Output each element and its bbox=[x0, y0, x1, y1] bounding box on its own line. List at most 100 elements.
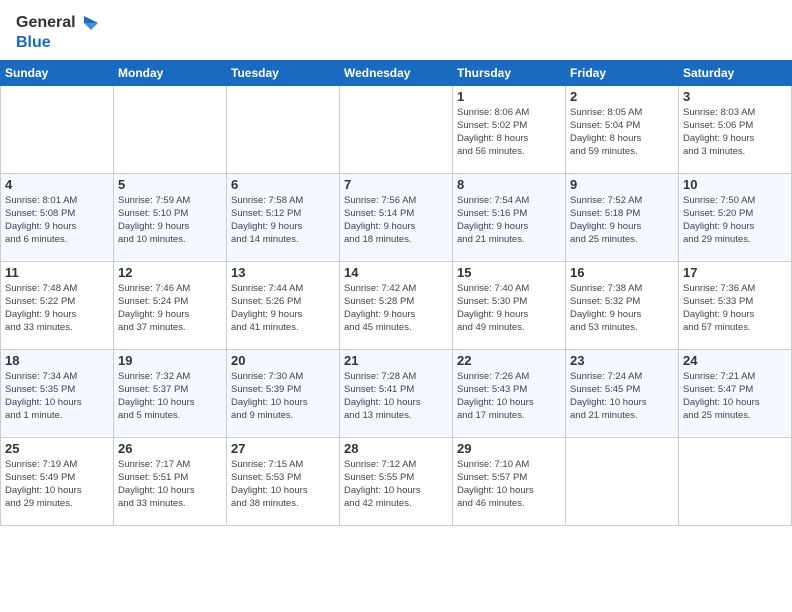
day-info: Sunrise: 7:54 AM Sunset: 5:16 PM Dayligh… bbox=[457, 194, 561, 247]
day-number: 16 bbox=[570, 265, 674, 280]
day-info: Sunrise: 7:59 AM Sunset: 5:10 PM Dayligh… bbox=[118, 194, 222, 247]
calendar-cell bbox=[114, 85, 227, 173]
weekday-header-thursday: Thursday bbox=[453, 60, 566, 85]
calendar-cell bbox=[227, 85, 340, 173]
calendar-cell: 18 Sunrise: 7:34 AM Sunset: 5:35 PM Dayli… bbox=[1, 349, 114, 437]
day-info: Sunrise: 7:44 AM Sunset: 5:26 PM Dayligh… bbox=[231, 282, 335, 335]
day-number: 14 bbox=[344, 265, 448, 280]
day-info: Sunrise: 7:10 AM Sunset: 5:57 PM Dayligh… bbox=[457, 458, 561, 511]
day-number: 15 bbox=[457, 265, 561, 280]
calendar-cell: 3 Sunrise: 8:03 AM Sunset: 5:06 PM Daylig… bbox=[679, 85, 792, 173]
day-info: Sunrise: 7:48 AM Sunset: 5:22 PM Dayligh… bbox=[5, 282, 109, 335]
calendar-cell: 6 Sunrise: 7:58 AM Sunset: 5:12 PM Daylig… bbox=[227, 173, 340, 261]
day-info: Sunrise: 8:03 AM Sunset: 5:06 PM Dayligh… bbox=[683, 106, 787, 159]
day-number: 17 bbox=[683, 265, 787, 280]
day-number: 3 bbox=[683, 89, 787, 104]
day-info: Sunrise: 7:36 AM Sunset: 5:33 PM Dayligh… bbox=[683, 282, 787, 335]
calendar-cell: 27 Sunrise: 7:15 AM Sunset: 5:53 PM Dayli… bbox=[227, 437, 340, 525]
day-info: Sunrise: 7:21 AM Sunset: 5:47 PM Dayligh… bbox=[683, 370, 787, 423]
day-info: Sunrise: 7:40 AM Sunset: 5:30 PM Dayligh… bbox=[457, 282, 561, 335]
day-info: Sunrise: 8:06 AM Sunset: 5:02 PM Dayligh… bbox=[457, 106, 561, 159]
day-number: 1 bbox=[457, 89, 561, 104]
day-number: 21 bbox=[344, 353, 448, 368]
day-number: 20 bbox=[231, 353, 335, 368]
week-row-1: 1 Sunrise: 8:06 AM Sunset: 5:02 PM Daylig… bbox=[1, 85, 792, 173]
calendar-cell: 28Sunrise: 7:12 AM Sunset: 5:55 PM Dayli… bbox=[340, 437, 453, 525]
day-number: 7 bbox=[344, 177, 448, 192]
week-row-2: 4 Sunrise: 8:01 AM Sunset: 5:08 PM Daylig… bbox=[1, 173, 792, 261]
day-number: 29 bbox=[457, 441, 561, 456]
logo-general-text: General bbox=[16, 14, 76, 32]
day-number: 26 bbox=[118, 441, 222, 456]
calendar-cell: 24 Sunrise: 7:21 AM Sunset: 5:47 PM Dayli… bbox=[679, 349, 792, 437]
calendar-cell: 20Sunrise: 7:30 AM Sunset: 5:39 PM Dayli… bbox=[227, 349, 340, 437]
day-info: Sunrise: 7:26 AM Sunset: 5:43 PM Dayligh… bbox=[457, 370, 561, 423]
calendar-cell: 19 Sunrise: 7:32 AM Sunset: 5:37 PM Dayli… bbox=[114, 349, 227, 437]
calendar-cell: 14 Sunrise: 7:42 AM Sunset: 5:28 PM Dayli… bbox=[340, 261, 453, 349]
day-number: 18 bbox=[5, 353, 109, 368]
weekday-header-tuesday: Tuesday bbox=[227, 60, 340, 85]
day-info: Sunrise: 7:46 AM Sunset: 5:24 PM Dayligh… bbox=[118, 282, 222, 335]
calendar-cell: 13 Sunrise: 7:44 AM Sunset: 5:26 PM Dayli… bbox=[227, 261, 340, 349]
calendar-cell: 16 Sunrise: 7:38 AM Sunset: 5:32 PM Dayli… bbox=[566, 261, 679, 349]
calendar-cell: 26 Sunrise: 7:17 AM Sunset: 5:51 PM Dayli… bbox=[114, 437, 227, 525]
logo-blue-text: Blue bbox=[16, 34, 100, 52]
weekday-header-row: SundayMondayTuesdayWednesdayThursdayFrid… bbox=[1, 60, 792, 85]
week-row-4: 18 Sunrise: 7:34 AM Sunset: 5:35 PM Dayli… bbox=[1, 349, 792, 437]
calendar-cell: 8 Sunrise: 7:54 AM Sunset: 5:16 PM Daylig… bbox=[453, 173, 566, 261]
weekday-header-saturday: Saturday bbox=[679, 60, 792, 85]
day-info: Sunrise: 8:05 AM Sunset: 5:04 PM Dayligh… bbox=[570, 106, 674, 159]
day-info: Sunrise: 7:58 AM Sunset: 5:12 PM Dayligh… bbox=[231, 194, 335, 247]
logo-graphic: General Blue bbox=[16, 12, 100, 52]
calendar-cell: 4 Sunrise: 8:01 AM Sunset: 5:08 PM Daylig… bbox=[1, 173, 114, 261]
calendar-cell bbox=[1, 85, 114, 173]
calendar-cell: 25 Sunrise: 7:19 AM Sunset: 5:49 PM Dayli… bbox=[1, 437, 114, 525]
day-info: Sunrise: 7:42 AM Sunset: 5:28 PM Dayligh… bbox=[344, 282, 448, 335]
day-info: Sunrise: 7:50 AM Sunset: 5:20 PM Dayligh… bbox=[683, 194, 787, 247]
day-info: Sunrise: 7:32 AM Sunset: 5:37 PM Dayligh… bbox=[118, 370, 222, 423]
weekday-header-friday: Friday bbox=[566, 60, 679, 85]
calendar-cell: 22 Sunrise: 7:26 AM Sunset: 5:43 PM Dayli… bbox=[453, 349, 566, 437]
day-number: 5 bbox=[118, 177, 222, 192]
day-info: Sunrise: 7:28 AM Sunset: 5:41 PM Dayligh… bbox=[344, 370, 448, 423]
day-info: Sunrise: 7:52 AM Sunset: 5:18 PM Dayligh… bbox=[570, 194, 674, 247]
day-number: 25 bbox=[5, 441, 109, 456]
page-header: General Blue bbox=[0, 0, 792, 60]
calendar-cell: 1 Sunrise: 8:06 AM Sunset: 5:02 PM Daylig… bbox=[453, 85, 566, 173]
calendar-cell: 11 Sunrise: 7:48 AM Sunset: 5:22 PM Dayli… bbox=[1, 261, 114, 349]
day-info: Sunrise: 7:15 AM Sunset: 5:53 PM Dayligh… bbox=[231, 458, 335, 511]
day-info: Sunrise: 8:01 AM Sunset: 5:08 PM Dayligh… bbox=[5, 194, 109, 247]
calendar-cell: 21 Sunrise: 7:28 AM Sunset: 5:41 PM Dayli… bbox=[340, 349, 453, 437]
day-number: 6 bbox=[231, 177, 335, 192]
day-number: 11 bbox=[5, 265, 109, 280]
calendar-cell: 2 Sunrise: 8:05 AM Sunset: 5:04 PM Daylig… bbox=[566, 85, 679, 173]
day-info: Sunrise: 7:17 AM Sunset: 5:51 PM Dayligh… bbox=[118, 458, 222, 511]
week-row-5: 25 Sunrise: 7:19 AM Sunset: 5:49 PM Dayli… bbox=[1, 437, 792, 525]
day-number: 19 bbox=[118, 353, 222, 368]
calendar-cell bbox=[340, 85, 453, 173]
weekday-header-wednesday: Wednesday bbox=[340, 60, 453, 85]
day-number: 10 bbox=[683, 177, 787, 192]
day-info: Sunrise: 7:19 AM Sunset: 5:49 PM Dayligh… bbox=[5, 458, 109, 511]
calendar-cell: 12Sunrise: 7:46 AM Sunset: 5:24 PM Dayli… bbox=[114, 261, 227, 349]
logo: General Blue bbox=[16, 12, 100, 52]
weekday-header-sunday: Sunday bbox=[1, 60, 114, 85]
day-number: 27 bbox=[231, 441, 335, 456]
day-info: Sunrise: 7:34 AM Sunset: 5:35 PM Dayligh… bbox=[5, 370, 109, 423]
day-number: 4 bbox=[5, 177, 109, 192]
day-number: 13 bbox=[231, 265, 335, 280]
day-number: 24 bbox=[683, 353, 787, 368]
day-number: 23 bbox=[570, 353, 674, 368]
day-info: Sunrise: 7:38 AM Sunset: 5:32 PM Dayligh… bbox=[570, 282, 674, 335]
day-number: 22 bbox=[457, 353, 561, 368]
day-info: Sunrise: 7:24 AM Sunset: 5:45 PM Dayligh… bbox=[570, 370, 674, 423]
calendar-cell bbox=[566, 437, 679, 525]
calendar-cell bbox=[679, 437, 792, 525]
calendar-cell: 7Sunrise: 7:56 AM Sunset: 5:14 PM Daylig… bbox=[340, 173, 453, 261]
day-number: 28 bbox=[344, 441, 448, 456]
day-number: 8 bbox=[457, 177, 561, 192]
logo-bird-icon bbox=[78, 12, 100, 34]
weekday-header-monday: Monday bbox=[114, 60, 227, 85]
day-number: 2 bbox=[570, 89, 674, 104]
calendar-cell: 5 Sunrise: 7:59 AM Sunset: 5:10 PM Daylig… bbox=[114, 173, 227, 261]
